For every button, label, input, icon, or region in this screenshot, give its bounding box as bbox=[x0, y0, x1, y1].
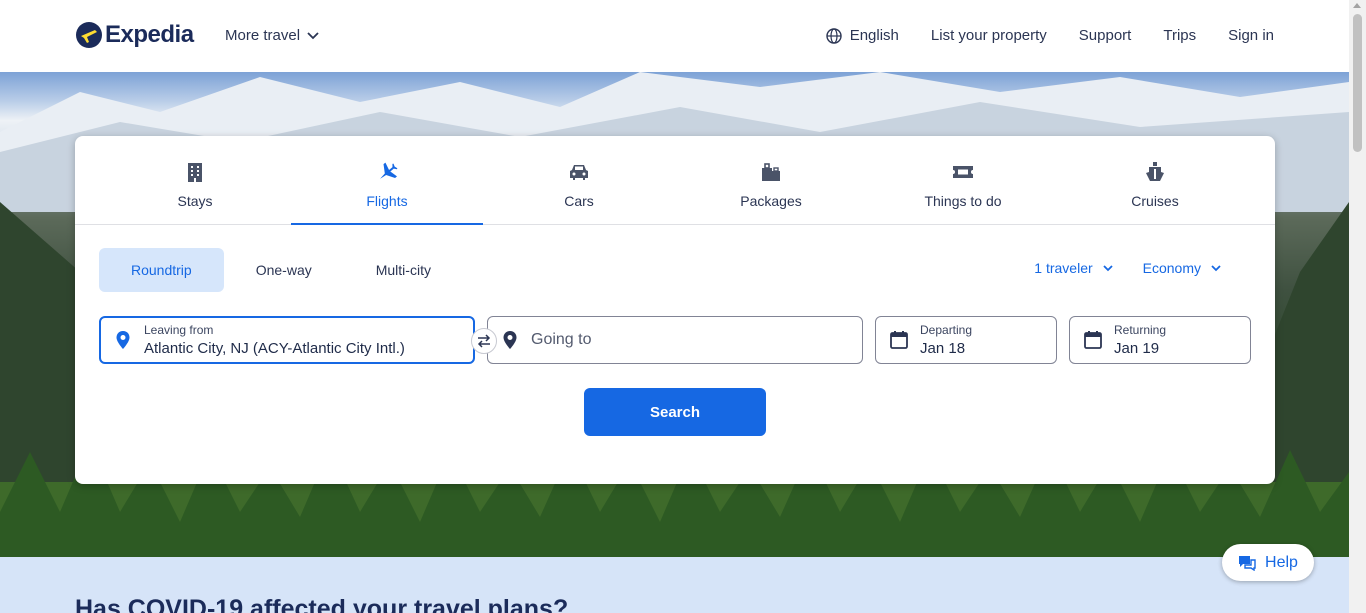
tab-cars[interactable]: Cars bbox=[483, 136, 675, 224]
tab-label: Things to do bbox=[924, 193, 1002, 209]
tab-packages[interactable]: Packages bbox=[675, 136, 867, 224]
search-button[interactable]: Search bbox=[584, 388, 766, 436]
departing-label: Departing bbox=[920, 323, 973, 337]
departing-value: Jan 18 bbox=[920, 340, 966, 357]
tab-things-to-do[interactable]: Things to do bbox=[867, 136, 1059, 224]
flight-options: 1 traveler Economy bbox=[1034, 260, 1221, 276]
leaving-from-field[interactable]: Leaving from Atlantic City, NJ (ACY-Atla… bbox=[99, 316, 475, 364]
roundtrip-option[interactable]: Roundtrip bbox=[99, 248, 224, 292]
location-pin-icon bbox=[503, 331, 517, 349]
luggage-icon bbox=[759, 160, 783, 184]
cabin-class-selector[interactable]: Economy bbox=[1143, 260, 1221, 276]
departing-date-field[interactable]: Departing Jan 18 bbox=[875, 316, 1057, 364]
returning-label: Returning bbox=[1114, 323, 1167, 337]
tab-label: Packages bbox=[740, 193, 802, 209]
more-travel-label: More travel bbox=[225, 27, 301, 44]
expedia-logo-icon bbox=[76, 22, 102, 48]
expedia-logo[interactable]: Expedia bbox=[75, 19, 194, 51]
help-button[interactable]: Help bbox=[1222, 544, 1314, 581]
more-travel-menu[interactable]: More travel bbox=[225, 27, 319, 44]
multi-city-option[interactable]: Multi-city bbox=[344, 248, 463, 292]
scrollbar-thumb[interactable] bbox=[1353, 14, 1362, 152]
travelers-selector[interactable]: 1 traveler bbox=[1034, 260, 1113, 276]
chevron-down-icon bbox=[1103, 264, 1113, 271]
covid-heading: Has COVID-19 affected your travel plans? bbox=[75, 595, 569, 613]
going-to-field[interactable]: Going to bbox=[487, 316, 863, 364]
globe-icon bbox=[826, 27, 842, 44]
search-card: Stays Flights Cars Packages Things to do bbox=[75, 136, 1275, 484]
returning-value: Jan 19 bbox=[1114, 340, 1160, 357]
trips-link[interactable]: Trips bbox=[1163, 27, 1196, 44]
ticket-icon bbox=[951, 160, 975, 184]
building-icon bbox=[183, 160, 207, 184]
chat-bubble-icon bbox=[1239, 555, 1256, 571]
car-icon bbox=[567, 160, 591, 184]
list-property-link[interactable]: List your property bbox=[931, 27, 1047, 44]
tab-stays[interactable]: Stays bbox=[99, 136, 291, 224]
swap-locations-button[interactable] bbox=[471, 328, 497, 354]
language-label: English bbox=[849, 27, 899, 44]
swap-arrows-icon bbox=[477, 334, 491, 348]
chevron-down-icon bbox=[307, 31, 319, 39]
leaving-from-label: Leaving from bbox=[144, 323, 214, 337]
tab-cruises[interactable]: Cruises bbox=[1059, 136, 1251, 224]
calendar-icon bbox=[890, 331, 908, 349]
tab-label: Flights bbox=[366, 193, 408, 209]
calendar-icon bbox=[1084, 331, 1102, 349]
plane-icon bbox=[375, 160, 399, 184]
tab-label: Cars bbox=[564, 193, 594, 209]
page-scrollbar[interactable] bbox=[1349, 0, 1366, 613]
ship-icon bbox=[1143, 160, 1167, 184]
covid-banner: Has COVID-19 affected your travel plans? bbox=[0, 557, 1349, 613]
trip-type-selector: Roundtrip One-way Multi-city bbox=[99, 248, 463, 292]
travel-tabs: Stays Flights Cars Packages Things to do bbox=[75, 136, 1275, 225]
going-to-placeholder: Going to bbox=[531, 331, 592, 348]
one-way-option[interactable]: One-way bbox=[224, 248, 344, 292]
leaving-from-value: Atlantic City, NJ (ACY-Atlantic City Int… bbox=[144, 340, 405, 357]
tab-label: Stays bbox=[177, 193, 213, 209]
location-pin-icon bbox=[116, 331, 130, 349]
help-label: Help bbox=[1265, 553, 1298, 571]
header-nav: English List your property Support Trips… bbox=[826, 27, 1274, 44]
site-header: Expedia More travel English List your pr… bbox=[0, 0, 1349, 72]
language-selector[interactable]: English bbox=[826, 27, 899, 44]
scroll-up-arrow-icon[interactable] bbox=[1353, 3, 1361, 8]
tab-label: Cruises bbox=[1131, 193, 1179, 209]
tab-flights[interactable]: Flights bbox=[291, 136, 483, 225]
returning-date-field[interactable]: Returning Jan 19 bbox=[1069, 316, 1251, 364]
travelers-label: 1 traveler bbox=[1034, 260, 1093, 276]
logo-text: Expedia bbox=[105, 21, 194, 48]
sign-in-link[interactable]: Sign in bbox=[1228, 27, 1274, 44]
support-link[interactable]: Support bbox=[1079, 27, 1132, 44]
chevron-down-icon bbox=[1211, 264, 1221, 271]
cabin-class-label: Economy bbox=[1142, 260, 1201, 276]
